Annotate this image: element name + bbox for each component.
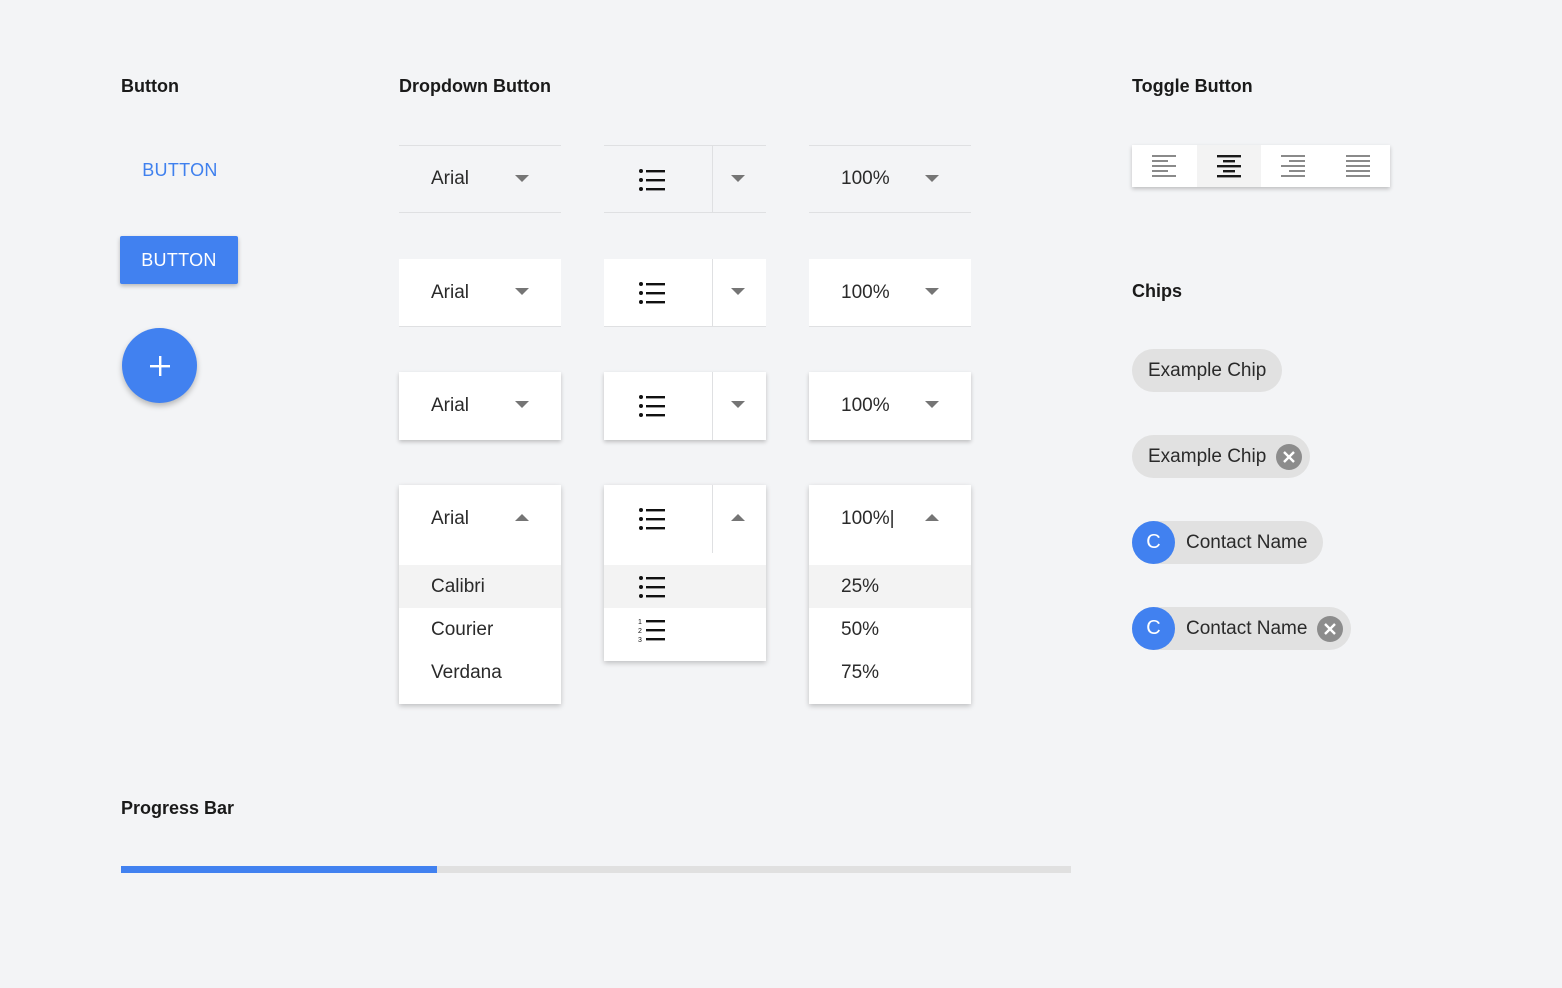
- chip-removable[interactable]: Example Chip: [1132, 435, 1311, 478]
- text-align-toggle-group: [1132, 145, 1390, 187]
- caret-down-icon[interactable]: [731, 401, 745, 408]
- caret-down-icon: [925, 288, 939, 295]
- split-divider: [712, 485, 713, 553]
- zoom-dropdown-value: 100%: [841, 168, 890, 189]
- split-divider: [712, 146, 713, 212]
- caret-down-icon: [925, 401, 939, 408]
- avatar: C: [1132, 521, 1175, 564]
- caret-up-icon[interactable]: [731, 514, 745, 521]
- zoom-option[interactable]: 25%: [809, 565, 971, 608]
- caret-down-icon: [925, 175, 939, 182]
- zoom-dropdown-input[interactable]: 100%|: [809, 485, 971, 553]
- list-option-bulleted[interactable]: [604, 565, 766, 608]
- toggle-align-center[interactable]: [1196, 145, 1261, 187]
- caret-down-icon: [515, 288, 529, 295]
- bulleted-list-icon: [639, 575, 665, 598]
- list-split-dropdown: [604, 372, 766, 440]
- list-split-dropdown: [604, 145, 766, 213]
- chip-label: Contact Name: [1186, 531, 1308, 553]
- font-option[interactable]: Calibri: [399, 565, 561, 608]
- list-dropdown-button[interactable]: [604, 485, 766, 553]
- list-dropdown-menu: 1 2 3: [604, 553, 766, 651]
- toggle-section-title: Toggle Button: [1132, 76, 1253, 96]
- svg-text:1: 1: [638, 619, 642, 626]
- toggle-align-right[interactable]: [1261, 145, 1326, 187]
- contact-chip[interactable]: C Contact Name: [1132, 521, 1324, 564]
- font-option[interactable]: Verdana: [399, 651, 561, 694]
- avatar: C: [1132, 607, 1175, 650]
- toggle-align-left[interactable]: [1132, 145, 1197, 187]
- caret-down-icon[interactable]: [731, 288, 745, 295]
- align-left-icon: [1152, 155, 1177, 177]
- bulleted-list-icon[interactable]: [638, 168, 666, 197]
- svg-text:2: 2: [638, 628, 642, 635]
- font-option[interactable]: Courier: [399, 608, 561, 651]
- font-dropdown-value: Arial: [431, 395, 470, 416]
- plus-icon: [149, 355, 170, 376]
- caret-up-icon[interactable]: [925, 514, 939, 521]
- list-split-dropdown: [604, 259, 766, 327]
- zoom-dropdown-value: 100%: [841, 281, 890, 303]
- zoom-dropdown-button[interactable]: 100%: [809, 145, 971, 213]
- chip-label: Contact Name: [1186, 617, 1308, 639]
- font-dropdown-button[interactable]: Arial: [399, 259, 561, 327]
- font-dropdown-value: Arial: [431, 168, 470, 189]
- font-dropdown-value: Arial: [431, 508, 470, 529]
- zoom-dropdown-value[interactable]: 100%|: [841, 508, 895, 530]
- caret-down-icon: [515, 175, 529, 182]
- chip[interactable]: Example Chip: [1132, 349, 1283, 392]
- zoom-option[interactable]: 50%: [809, 608, 971, 651]
- caret-down-icon: [515, 401, 529, 408]
- contact-chip-removable[interactable]: C Contact Name: [1132, 607, 1352, 650]
- list-option-numbered[interactable]: 1 2 3: [604, 608, 766, 651]
- numbered-list-icon: 1 2 3: [638, 619, 665, 642]
- font-dropdown-button[interactable]: Arial: [399, 485, 561, 553]
- split-divider: [712, 372, 713, 440]
- zoom-dropdown-button[interactable]: 100%: [809, 372, 971, 440]
- align-right-icon: [1281, 155, 1306, 177]
- dropdown-section-title: Dropdown Button: [399, 76, 551, 96]
- font-dropdown-value: Arial: [431, 281, 470, 303]
- zoom-dropdown-menu: 25% 50% 75%: [809, 553, 971, 694]
- bulleted-list-icon[interactable]: [638, 507, 666, 536]
- chips-section-title: Chips: [1132, 281, 1183, 301]
- split-divider: [712, 259, 713, 326]
- caret-up-icon: [515, 514, 529, 521]
- close-icon[interactable]: [1317, 615, 1344, 642]
- zoom-dropdown-button[interactable]: 100%: [809, 259, 971, 327]
- progress-section-title: Progress Bar: [121, 798, 235, 818]
- zoom-dropdown-open: 100%| 25% 50% 75%: [809, 485, 971, 704]
- raised-button[interactable]: BUTTON: [120, 236, 238, 284]
- font-dropdown-menu: Calibri Courier Verdana: [399, 553, 561, 694]
- chip-label: Example Chip: [1148, 359, 1267, 381]
- bulleted-list-icon[interactable]: [638, 281, 666, 310]
- caret-down-icon[interactable]: [731, 175, 745, 182]
- zoom-option[interactable]: 75%: [809, 651, 971, 694]
- button-section-title: Button: [121, 76, 179, 96]
- progress-fill: [121, 866, 438, 873]
- close-icon[interactable]: [1276, 443, 1303, 470]
- flat-button[interactable]: BUTTON: [128, 152, 232, 188]
- bulleted-list-icon[interactable]: [638, 394, 666, 423]
- font-dropdown-button[interactable]: Arial: [399, 145, 561, 213]
- font-dropdown-button[interactable]: Arial: [399, 372, 561, 440]
- toggle-align-justify[interactable]: [1326, 145, 1391, 187]
- chip-label: Example Chip: [1148, 445, 1267, 467]
- font-dropdown-open: Arial Calibri Courier Verdana: [399, 485, 561, 704]
- zoom-dropdown-value: 100%: [841, 395, 890, 416]
- progress-bar: [121, 866, 1071, 873]
- list-dropdown-open: 1 2 3: [604, 485, 766, 661]
- align-justify-icon: [1345, 155, 1370, 177]
- floating-action-button[interactable]: [122, 328, 197, 403]
- align-center-icon: [1216, 155, 1241, 178]
- svg-text:3: 3: [638, 637, 642, 642]
